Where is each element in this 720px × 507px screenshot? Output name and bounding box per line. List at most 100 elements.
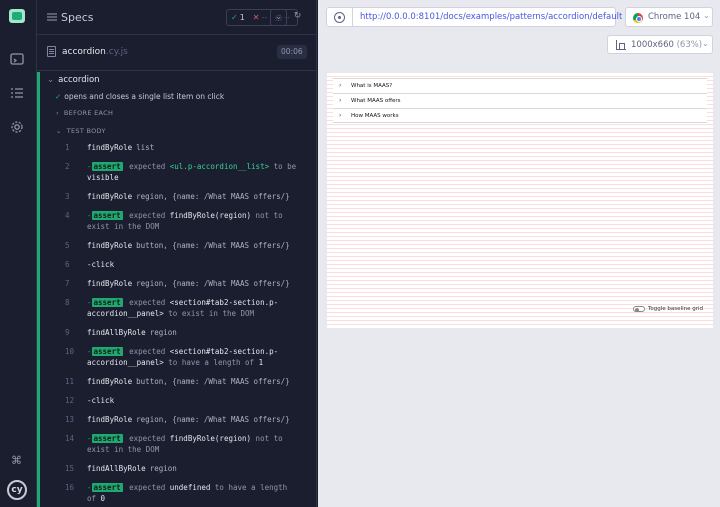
specs-list-icon[interactable] — [10, 52, 24, 66]
chevron-down-icon: ⌄ — [56, 127, 62, 135]
url-text[interactable]: http://0.0.0.0:8101/docs/examples/patter… — [360, 12, 622, 22]
command-message: region, {name: /What MAAS offers/} — [136, 192, 290, 201]
command-dash: - — [87, 211, 92, 220]
command-number: 9 — [65, 328, 70, 337]
keyboard-shortcuts-icon[interactable]: ⌘ — [11, 455, 23, 467]
accordion-item[interactable]: › What is MAAS? — [333, 78, 707, 93]
command-body: - assert expected <section#tab2-section.p… — [87, 346, 299, 368]
command-row[interactable]: 1 findByRole list — [58, 138, 307, 157]
command-body: - assert expected findByRole(region) not … — [87, 433, 299, 455]
assert-badge: assert — [91, 347, 123, 356]
rerun-button[interactable]: ↻ — [289, 9, 306, 26]
chrome-icon — [633, 13, 643, 23]
assert-message-part: expected — [129, 434, 170, 443]
command-number: 2 — [65, 162, 70, 171]
test-title[interactable]: ✓ opens and closes a single list item on … — [55, 92, 224, 101]
assert-message-part: <ul.p-accordion__list> — [169, 162, 270, 171]
command-row[interactable]: 3 findByRole region, {name: /What MAAS off… — [58, 187, 307, 206]
chevron-down-button[interactable]: ⌄ — [270, 9, 287, 26]
command-row[interactable]: 5 findByRole button, {name: /What MAAS off… — [58, 236, 307, 255]
viewport-info[interactable]: 1000x660 (63%) ⌄ — [607, 35, 713, 54]
runs-icon[interactable] — [10, 86, 24, 100]
command-body: findByRole region, {name: /What MAAS offe… — [87, 278, 299, 289]
refresh-icon: ↻ — [293, 11, 302, 21]
command-row[interactable]: 15 findAllByRole region — [58, 459, 307, 478]
assert-message-part: undefined — [169, 483, 211, 492]
command-row[interactable]: 9 findAllByRole region — [58, 323, 307, 342]
suite-title[interactable]: ⌄ accordion — [47, 75, 100, 85]
url-bar[interactable]: http://0.0.0.0:8101/docs/examples/patter… — [326, 7, 622, 27]
assert-message-part: expected — [129, 347, 170, 356]
command-row[interactable]: 14 - assert expected findByRole(region) no… — [58, 429, 307, 459]
command-body: findByRole button, {name: /What MAAS offe… — [87, 240, 299, 251]
command-name: findAllByRole — [87, 464, 146, 473]
command-name: findByRole — [87, 415, 133, 424]
command-name: findAllByRole — [87, 328, 146, 337]
command-body: - assert expected <section#tab2-section.p… — [87, 297, 299, 319]
viewport-label: 1000x660 (63%) — [631, 40, 703, 50]
command-number: 11 — [65, 377, 75, 386]
accordion-item-label: How MAAS works — [351, 113, 399, 119]
check-icon: ✓ — [55, 92, 62, 101]
assert-badge: assert — [91, 434, 123, 443]
assert-message-part: to have a length of — [163, 358, 259, 367]
list-icon[interactable] — [47, 12, 57, 22]
chevron-down-icon: ⌄ — [702, 39, 709, 48]
failed-stat: ✕ -- — [252, 13, 268, 22]
command-name: -click — [87, 396, 115, 405]
command-row[interactable]: 8 - assert expected <section#tab2-section.… — [58, 293, 307, 323]
command-message: button, {name: /What MAAS offers/} — [136, 377, 290, 386]
chevron-down-icon: ⌄ — [703, 11, 710, 20]
command-row[interactable]: 11 findByRole button, {name: /What MAAS of… — [58, 372, 307, 391]
command-row[interactable]: 16 - assert expected undefined to have a l… — [58, 478, 307, 507]
file-icon — [47, 46, 56, 57]
command-number: 1 — [65, 143, 70, 152]
command-number: 12 — [65, 396, 75, 405]
command-message: region — [149, 464, 177, 473]
command-body: findAllByRole region — [87, 327, 299, 338]
assert-message-part: expected — [129, 298, 170, 307]
test-body-hook[interactable]: ⌄ TEST BODY — [56, 127, 106, 135]
browser-selector[interactable]: Chrome 104 ⌄ — [625, 7, 713, 27]
accordion-item[interactable]: › What MAAS offers — [333, 93, 707, 108]
command-body: findByRole region, {name: /What MAAS offe… — [87, 191, 299, 202]
command-number: 8 — [65, 298, 70, 307]
cypress-app-icon[interactable] — [9, 9, 25, 23]
selector-playground-icon[interactable] — [334, 12, 345, 23]
assert-badge: assert — [91, 298, 123, 307]
baseline-grid-toggle[interactable]: Toggle baseline grid — [633, 306, 703, 312]
command-row[interactable]: 10 - assert expected <section#tab2-section… — [58, 342, 307, 372]
browser-label: Chrome 104 — [648, 12, 701, 22]
accordion: › What is MAAS? › What MAAS offers › How MAAS… — [333, 78, 707, 123]
command-body: - assert expected findByRole(region) not … — [87, 210, 299, 232]
passed-stat: ✓ 1 — [231, 13, 245, 22]
before-each-hook[interactable]: › BEFORE EACH — [56, 109, 113, 117]
command-name: findByRole — [87, 279, 133, 288]
specs-title[interactable]: Specs — [61, 11, 94, 24]
chevron-right-icon: › — [339, 112, 342, 119]
toggle-switch[interactable] — [633, 306, 645, 312]
command-number: 3 — [65, 192, 70, 201]
toggle-label: Toggle baseline grid — [648, 306, 703, 312]
command-name: -click — [87, 260, 115, 269]
command-row[interactable]: 13 findByRole region, {name: /What MAAS of… — [58, 410, 307, 429]
command-row[interactable]: 6 -click — [58, 255, 307, 274]
command-dash: - — [87, 434, 92, 443]
accordion-item[interactable]: › How MAAS works — [333, 108, 707, 123]
spec-file-row[interactable]: accordion.cy.js 00:06 — [37, 35, 316, 71]
chevron-down-icon: ⌄ — [274, 12, 283, 22]
command-dash: - — [87, 298, 92, 307]
assert-badge: assert — [91, 162, 123, 171]
command-row[interactable]: 7 findByRole region, {name: /What MAAS off… — [58, 274, 307, 293]
command-row[interactable]: 4 - assert expected findByRole(region) not… — [58, 206, 307, 236]
command-name: findByRole — [87, 377, 133, 386]
assert-message-part: expected — [129, 211, 170, 220]
command-row[interactable]: 12 -click — [58, 391, 307, 410]
command-row[interactable]: 2 - assert expected <ul.p-accordion__list>… — [58, 157, 307, 187]
settings-icon[interactable] — [10, 120, 24, 134]
assert-message-part: findByRole(region) — [169, 434, 252, 443]
specs-header: Specs ✓ 1 ✕ -- ◌ -- ⌄ ↻ — [37, 0, 316, 35]
chevron-right-icon: › — [339, 82, 342, 89]
cypress-logo[interactable]: cy — [7, 480, 27, 500]
command-dash: - — [87, 483, 92, 492]
